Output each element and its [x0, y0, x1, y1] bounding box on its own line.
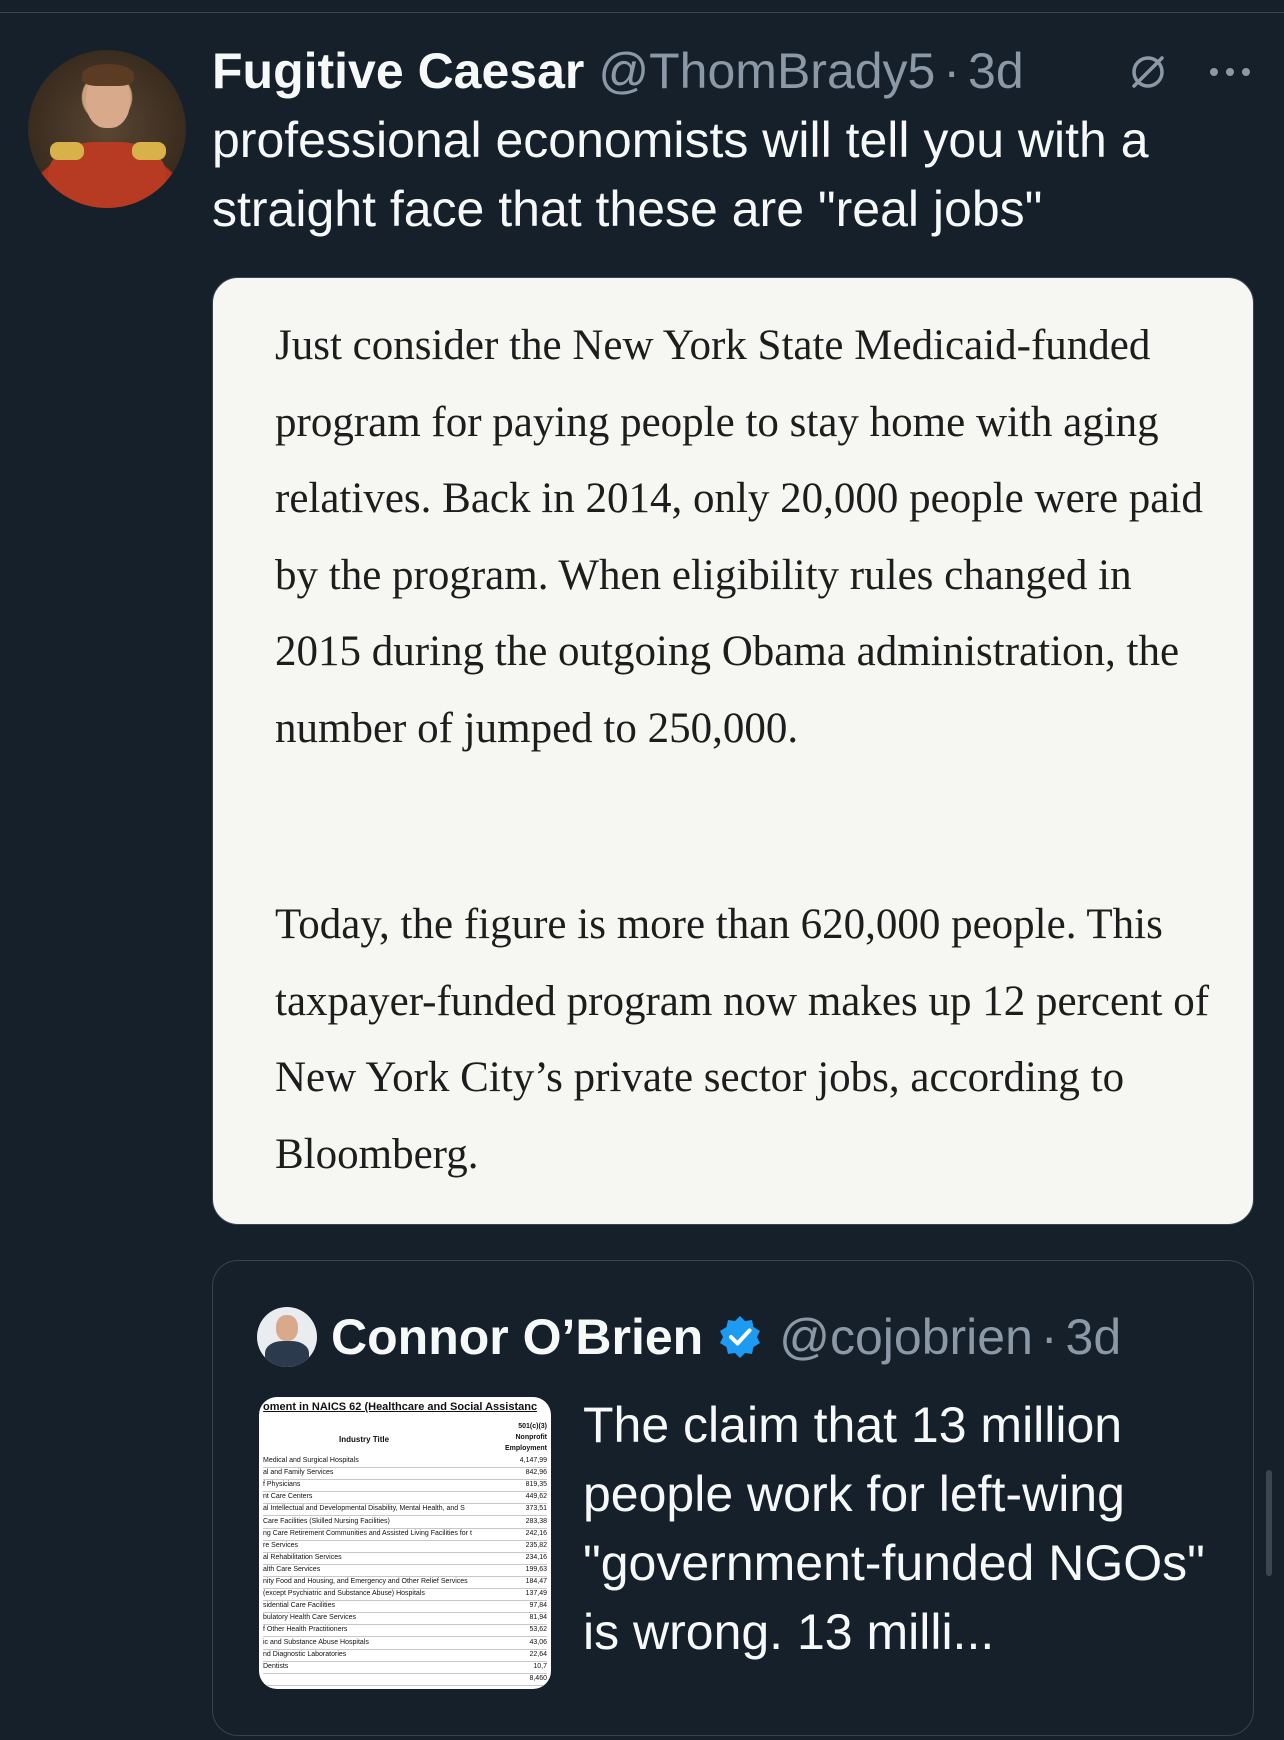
thumbnail-row-value: 8,460 [529, 1674, 547, 1682]
thumbnail-row-label: Care Facilities (Skilled Nursing Facilit… [263, 1517, 390, 1525]
more-icon[interactable] [1206, 56, 1254, 88]
thumbnail-row-divider [263, 1479, 547, 1481]
thumbnail-row-value: 842,96 [525, 1469, 547, 1477]
thumbnail-row-value: 199,63 [525, 1565, 547, 1573]
thumbnail-row-label: nt Care Centers [263, 1493, 313, 1501]
thumbnail-row-value: 235,82 [525, 1541, 547, 1549]
thumbnail-row-divider [263, 1575, 547, 1577]
thumbnail-column-header: Industry Title [339, 1435, 390, 1444]
quoted-tweet[interactable]: Connor O’Brien @cojobrien · 3d oment in … [212, 1260, 1254, 1736]
thumbnail-row-divider [263, 1515, 547, 1517]
thumbnail-row-value: 10,7 [533, 1662, 547, 1670]
thumbnail-row-value: 4,147,99 [519, 1457, 547, 1464]
thumbnail-row-value: 184,47 [525, 1578, 547, 1585]
thumbnail-row-value: 449,62 [525, 1493, 547, 1501]
thumbnail-row-divider [263, 1636, 547, 1638]
thumbnail-row-label: sidential Care Facilities [263, 1602, 335, 1610]
thumbnail-row-divider [263, 1588, 547, 1589]
tweet-header: Fugitive Caesar @ThomBrady5 · 3d [212, 40, 1024, 102]
thumbnail-row-label: al Intellectual and Developmental Disabi… [263, 1505, 465, 1513]
thumbnail-row-label: al Rehabilitation Services [263, 1553, 342, 1561]
no-reply-icon [1132, 56, 1164, 88]
thumbnail-row-divider [263, 1648, 547, 1650]
thumbnail-row-label: Dentists [263, 1662, 289, 1670]
thumbnail-row-label: ng Care Retirement Communities and Assis… [263, 1529, 472, 1537]
thumbnail-row-value: 22,64 [529, 1650, 547, 1658]
thumbnail-row-divider [263, 1612, 547, 1614]
top-divider [0, 12, 1284, 13]
thumbnail-row-divider [263, 1539, 547, 1541]
thumbnail-row-value: 234,16 [525, 1553, 547, 1561]
image-paragraph-1: Just consider the New York State Medicai… [275, 322, 1203, 752]
thumbnail-row-divider [263, 1527, 547, 1529]
verified-badge-icon [720, 1316, 761, 1358]
thumbnail-row-divider [263, 1660, 547, 1662]
image-paragraph-2: Today, the figure is more than 620,000 p… [275, 901, 1210, 1178]
thumbnail-row-divider [263, 1467, 547, 1468]
thumbnail-row-value: 242,16 [525, 1529, 547, 1537]
quoted-author-handle: @cojobrien [779, 1309, 1033, 1365]
thumbnail-row-value: 97,84 [529, 1602, 547, 1610]
thumbnail-row-divider [263, 1491, 547, 1493]
thumbnail-row-label: f Other Health Practitioners [263, 1626, 348, 1634]
thumbnail-row-divider [263, 1684, 547, 1686]
thumbnail-row-value: 43,06 [529, 1638, 547, 1646]
thumbnail-row-label: al and Family Services [263, 1469, 334, 1477]
quoted-image-thumbnail: oment in NAICS 62 (Healthcare and Social… [259, 1397, 551, 1689]
tweet-image[interactable]: Just consider the New York State Medicai… [212, 277, 1254, 1225]
scrollbar[interactable] [1266, 1470, 1272, 1576]
thumbnail-row-label: f Physicians [263, 1481, 301, 1489]
quoted-author-avatar [257, 1307, 317, 1367]
separator-dot: · [943, 43, 961, 99]
author-handle[interactable]: @ThomBrady5 [598, 42, 935, 100]
thumbnail-row-divider [263, 1672, 547, 1674]
quoted-tweet-header: Connor O’Brien @cojobrien · 3d [331, 1303, 1121, 1371]
tweet-text: professional economists will tell you wi… [212, 112, 1149, 237]
author-avatar[interactable] [28, 50, 186, 208]
thumbnail-row-value: 81,94 [529, 1614, 547, 1622]
thumbnail-row-value: 373,51 [525, 1505, 547, 1513]
thumbnail-row-label: bulatory Health Care Services [263, 1614, 356, 1622]
thumbnail-title: oment in NAICS 62 (Healthcare and Social… [263, 1401, 538, 1413]
thumbnail-value-header: 501(c)(3) Nonprofit Employment [504, 1423, 547, 1452]
quoted-author-name: Connor O’Brien [331, 1309, 704, 1365]
thumbnail-row-label: nd Diagnostic Laboratories [263, 1650, 347, 1658]
quoted-separator-dot: · [1040, 1309, 1058, 1365]
thumbnail-row-value: 283,38 [525, 1517, 547, 1525]
tweet-timestamp[interactable]: 3d [968, 42, 1024, 100]
thumbnail-row-value: 53,62 [529, 1626, 547, 1634]
thumbnail-row-divider [263, 1600, 547, 1602]
thumbnail-row-divider [263, 1503, 547, 1505]
quoted-tweet-text: The claim that 13 million people work fo… [583, 1397, 1205, 1660]
thumbnail-row-label: ic and Substance Abuse Hospitals [263, 1638, 369, 1646]
thumbnail-row-label: Medical and Surgical Hospitals [263, 1457, 359, 1464]
thumbnail-row-divider [263, 1624, 547, 1626]
thumbnail-row-value: 819,35 [525, 1481, 547, 1489]
thumbnail-row-divider [263, 1563, 547, 1565]
author-name[interactable]: Fugitive Caesar [212, 42, 584, 100]
thumbnail-row-label: re Services [263, 1541, 299, 1549]
thumbnail-row-label: (except Psychiatric and Substance Abuse)… [263, 1590, 425, 1598]
quoted-timestamp: 3d [1065, 1309, 1122, 1365]
thumbnail-row-value: 137,49 [525, 1590, 547, 1598]
thumbnail-row-label: nity Food and Housing, and Emergency and… [263, 1578, 468, 1585]
thumbnail-row-label: alth Care Services [263, 1565, 321, 1573]
thumbnail-row-divider [263, 1551, 547, 1553]
